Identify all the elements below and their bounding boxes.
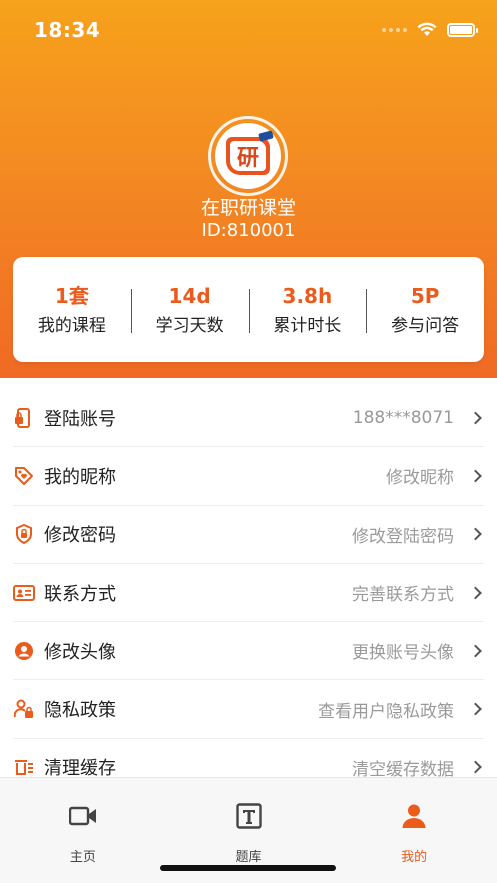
contact-card-icon bbox=[13, 582, 35, 604]
tab-home[interactable]: 主页 bbox=[0, 778, 166, 883]
signal-icon bbox=[382, 27, 407, 32]
tab-mine[interactable]: 我的 bbox=[331, 778, 497, 883]
stat-label: 学习天数 bbox=[155, 316, 224, 336]
menu-value: 修改昵称 bbox=[386, 468, 454, 489]
profile-name: 在职研课堂 bbox=[200, 197, 296, 219]
stat-value: 14d bbox=[168, 284, 211, 308]
stat-label: 参与问答 bbox=[391, 316, 460, 336]
settings-menu: 登陆账号 188***8071 我的昵称 修改昵称 修改密码 修改登陆密码 联系… bbox=[0, 389, 497, 798]
status-bar: 18:34 bbox=[0, 0, 497, 60]
avatar[interactable]: 研 bbox=[208, 116, 288, 196]
stat-total-time[interactable]: 3.8h 累计时长 bbox=[248, 283, 367, 336]
logo-badge: 研 bbox=[226, 137, 270, 175]
menu-item-nickname[interactable]: 我的昵称 修改昵称 bbox=[13, 447, 484, 506]
shield-lock-icon bbox=[13, 523, 35, 545]
tab-label: 我的 bbox=[401, 850, 428, 865]
logo-char: 研 bbox=[236, 146, 259, 171]
chevron-right-icon bbox=[469, 644, 482, 658]
tag-heart-icon bbox=[13, 465, 35, 487]
video-camera-icon bbox=[0, 802, 166, 830]
menu-value: 查看用户隐私政策 bbox=[318, 701, 454, 722]
menu-value: 修改登陆密码 bbox=[352, 526, 454, 547]
chevron-right-icon bbox=[469, 469, 482, 483]
user-circle-icon bbox=[13, 640, 35, 662]
status-icons bbox=[382, 22, 478, 37]
tab-label: 题库 bbox=[235, 850, 262, 865]
menu-value: 188***8071 bbox=[352, 407, 454, 428]
menu-label: 联系方式 bbox=[44, 583, 116, 605]
menu-item-change-password[interactable]: 修改密码 修改登陆密码 bbox=[13, 506, 484, 564]
chevron-right-icon bbox=[469, 702, 482, 716]
profile-id: ID:810001 bbox=[201, 220, 296, 241]
stat-label: 累计时长 bbox=[273, 316, 342, 336]
menu-item-contact[interactable]: 联系方式 完善联系方式 bbox=[13, 564, 484, 623]
menu-label: 登陆账号 bbox=[44, 408, 116, 430]
stats-card: 1套 我的课程 14d 学习天数 3.8h 累计时长 5P 参与问答 bbox=[13, 257, 484, 362]
stat-value: 3.8h bbox=[282, 284, 333, 308]
menu-value: 更换账号头像 bbox=[352, 643, 454, 664]
user-lock-icon bbox=[13, 698, 35, 720]
trash-icon bbox=[13, 756, 35, 778]
chevron-right-icon bbox=[469, 586, 482, 599]
stat-study-days[interactable]: 14d 学习天数 bbox=[130, 283, 249, 336]
menu-value: 完善联系方式 bbox=[352, 585, 454, 606]
wifi-icon bbox=[417, 22, 437, 36]
stat-questions[interactable]: 5P 参与问答 bbox=[366, 283, 484, 336]
menu-item-change-avatar[interactable]: 修改头像 更换账号头像 bbox=[13, 622, 484, 681]
menu-label: 我的昵称 bbox=[44, 466, 116, 488]
phone-lock-icon bbox=[13, 407, 35, 429]
stat-value: 1套 bbox=[54, 284, 89, 308]
battery-icon bbox=[447, 22, 478, 37]
graduation-cap-icon bbox=[258, 130, 274, 142]
tab-label: 主页 bbox=[69, 850, 96, 865]
menu-label: 修改密码 bbox=[44, 525, 116, 547]
chevron-right-icon bbox=[469, 411, 482, 425]
person-icon bbox=[331, 802, 497, 830]
stat-courses[interactable]: 1套 我的课程 bbox=[13, 283, 131, 336]
home-indicator[interactable] bbox=[160, 865, 336, 871]
stat-value: 5P bbox=[410, 284, 440, 308]
chevron-right-icon bbox=[469, 761, 482, 774]
menu-item-privacy-policy[interactable]: 隐私政策 查看用户隐私政策 bbox=[13, 680, 484, 739]
text-box-icon bbox=[166, 802, 332, 830]
chevron-right-icon bbox=[469, 527, 482, 541]
status-time: 18:34 bbox=[34, 18, 101, 42]
menu-label: 修改头像 bbox=[44, 641, 116, 663]
menu-label: 隐私政策 bbox=[44, 700, 116, 722]
avatar-logo: 研 bbox=[215, 123, 281, 189]
menu-item-login-account[interactable]: 登陆账号 188***8071 bbox=[13, 389, 484, 448]
stat-label: 我的课程 bbox=[37, 316, 106, 336]
